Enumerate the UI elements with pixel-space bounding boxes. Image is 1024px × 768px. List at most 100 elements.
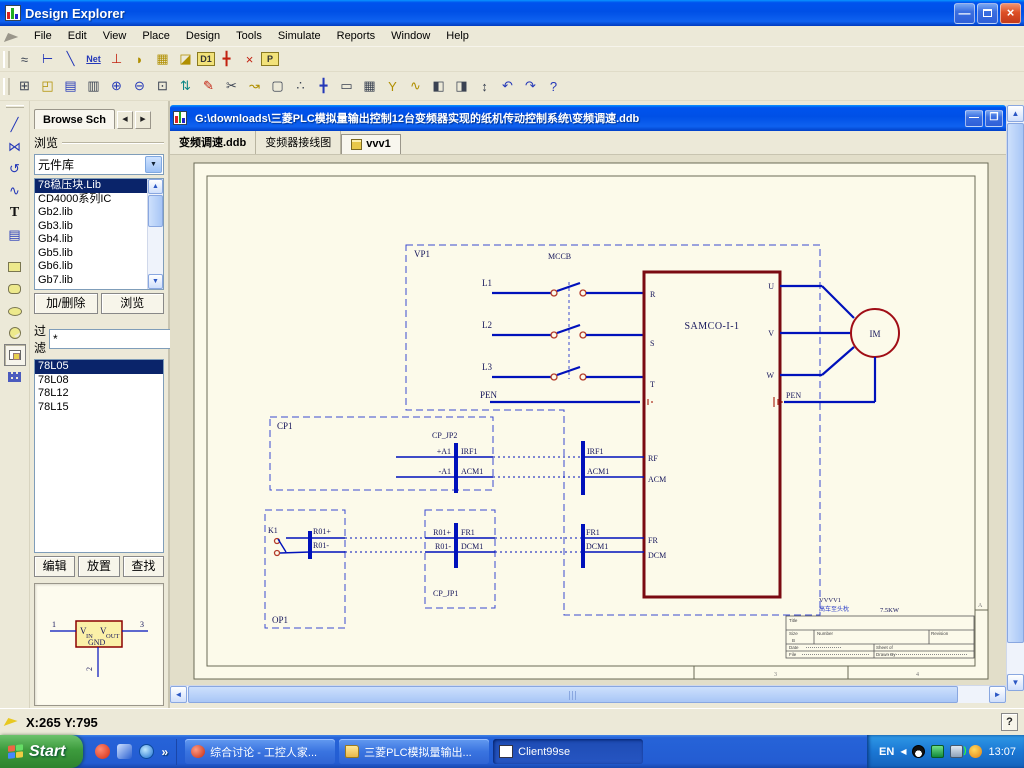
library-list-item[interactable]: Gb4.lib — [35, 233, 147, 247]
tray-app-icon[interactable] — [931, 745, 944, 758]
menu-item[interactable]: View — [95, 27, 135, 45]
component-list-item[interactable]: 78L12 — [35, 387, 163, 401]
open-button[interactable]: ◰ — [36, 76, 59, 97]
menu-item[interactable]: Design — [178, 27, 228, 45]
library-button[interactable]: ◧ — [427, 76, 450, 97]
select-button[interactable]: ▢ — [266, 76, 289, 97]
schematic-canvas[interactable]: A 3 4 VP1 CP1 OP1 — [170, 155, 1006, 685]
signal-button[interactable]: ∿ — [404, 76, 427, 97]
port-tool[interactable]: D1 — [197, 52, 215, 66]
polygon-tool[interactable]: ⋈ — [4, 136, 26, 158]
vertical-scrollbar[interactable]: ▲ ▼ — [1006, 105, 1024, 691]
close-button[interactable]: × — [1000, 3, 1021, 24]
document-restore-button[interactable]: ❒ — [985, 110, 1003, 127]
menu-item[interactable]: Window — [383, 27, 438, 45]
sheet-entry-tool[interactable]: ◪ — [174, 49, 197, 70]
library-list[interactable]: ▲ ▼ 78稳压块.LibCD4000系列ICGb2.libGb3.libGb4… — [34, 178, 164, 290]
scrollbar-thumb[interactable] — [188, 686, 958, 703]
toolbar-grip[interactable] — [6, 105, 24, 108]
document-tab[interactable]: vvv1 — [341, 134, 400, 154]
panel-prev-button[interactable]: ◀ — [117, 111, 133, 129]
zoom-window-button[interactable]: ⊡ — [151, 76, 174, 97]
text-frame-tool[interactable]: ▤ — [4, 224, 26, 246]
zoom-out-button[interactable]: ⊖ — [128, 76, 151, 97]
cut-button[interactable]: ✂ — [220, 76, 243, 97]
scroll-left-icon[interactable]: ◄ — [170, 686, 187, 703]
matrix-button[interactable]: ▦ — [358, 76, 381, 97]
menu-item[interactable]: Place — [134, 27, 178, 45]
quick-launch-overflow-chevron[interactable]: » — [161, 745, 168, 759]
quick-launch-globe-icon[interactable] — [139, 744, 154, 759]
library-list-item[interactable]: Gb5.lib — [35, 247, 147, 261]
scroll-right-icon[interactable]: ► — [989, 686, 1006, 703]
start-button[interactable]: Start — [0, 735, 83, 768]
scrollbar-thumb[interactable] — [148, 195, 163, 227]
update-button[interactable]: ⇅ — [174, 76, 197, 97]
wire-tool[interactable]: ≈ — [13, 49, 36, 70]
tray-notification-icon[interactable] — [969, 745, 982, 758]
find-component-button[interactable]: 查找 — [123, 556, 164, 577]
rounded-rectangle-tool[interactable] — [4, 278, 26, 300]
sheet-symbol-tool[interactable]: ▦ — [151, 49, 174, 70]
text-tool[interactable]: T — [4, 202, 26, 224]
restore-button[interactable] — [977, 3, 998, 24]
language-indicator[interactable]: EN — [879, 746, 894, 758]
part-tool[interactable]: ◗ — [128, 49, 151, 70]
document-minimize-button[interactable]: — — [965, 110, 983, 127]
toolbar-grip[interactable] — [3, 51, 10, 68]
bezier-tool[interactable]: ∿ — [4, 180, 26, 202]
menu-item[interactable]: File — [26, 27, 60, 45]
toolbar-grip[interactable] — [3, 78, 10, 95]
ellipse-tool[interactable] — [4, 300, 26, 322]
save-button[interactable]: ▤ — [59, 76, 82, 97]
move-button[interactable]: ╋ — [312, 76, 335, 97]
rectangle-tool[interactable] — [4, 256, 26, 278]
task-button[interactable]: 三菱PLC模拟量输出... — [339, 739, 489, 764]
library-list-scrollbar[interactable]: ▲ ▼ — [147, 179, 163, 289]
quick-launch-media-icon[interactable] — [95, 744, 110, 759]
component-list[interactable]: 78L0578L0878L1278L15 — [34, 359, 164, 553]
net-label-tool[interactable]: Net — [82, 49, 105, 70]
library-list-item[interactable]: Gb3.lib — [35, 220, 147, 234]
menu-item[interactable]: Simulate — [270, 27, 329, 45]
document-tab[interactable]: 变频器接线图 — [256, 131, 341, 154]
library-list-item[interactable]: Gb2.lib — [35, 206, 147, 220]
no-erc-tool[interactable]: × — [238, 49, 261, 70]
scroll-down-icon[interactable]: ▼ — [1007, 674, 1024, 691]
deselect-button[interactable]: ∴ — [289, 76, 312, 97]
undo-button[interactable]: ↶ — [496, 76, 519, 97]
menu-item[interactable]: Reports — [329, 27, 384, 45]
add-remove-library-button[interactable]: 加/删除 — [34, 293, 98, 314]
browse-library-button[interactable]: ◨ — [450, 76, 473, 97]
library-list-item[interactable]: Gb6.lib — [35, 260, 147, 274]
menu-item[interactable]: Edit — [60, 27, 95, 45]
library-list-item[interactable]: Gb7.lib — [35, 274, 147, 288]
bus-tool[interactable]: ⊢ — [36, 49, 59, 70]
scroll-down-icon[interactable]: ▼ — [148, 274, 163, 289]
library-type-combo[interactable]: 元件库 ▼ — [34, 154, 164, 175]
print-button[interactable]: ▥ — [82, 76, 105, 97]
place-component-button[interactable]: 放置 — [78, 556, 119, 577]
panel-next-button[interactable]: ▶ — [135, 111, 151, 129]
task-button[interactable]: 综合讨论 - 工控人家... — [185, 739, 335, 764]
junction-tool[interactable]: ╋ — [215, 49, 238, 70]
horizontal-scrollbar[interactable]: ◄ ► — [170, 685, 1006, 703]
redo-button[interactable]: ↷ — [519, 76, 542, 97]
pie-chart-tool[interactable] — [4, 322, 26, 344]
edit-component-button[interactable]: 编辑 — [34, 556, 75, 577]
system-menu-icon[interactable] — [4, 31, 22, 41]
quick-launch-ie-icon[interactable] — [117, 744, 132, 759]
menu-item[interactable]: Tools — [228, 27, 270, 45]
scroll-up-icon[interactable]: ▲ — [1007, 105, 1024, 122]
component-list-item[interactable]: 78L15 — [35, 401, 163, 415]
power-port-tool[interactable]: ⊥ — [105, 49, 128, 70]
tray-collapse-icon[interactable]: ◀ — [900, 747, 906, 756]
wand-button[interactable]: ✎ — [197, 76, 220, 97]
component-list-item[interactable]: 78L05 — [35, 360, 163, 374]
arc-tool[interactable]: ↺ — [4, 158, 26, 180]
array-paste-tool[interactable] — [4, 366, 26, 388]
tray-qq-icon[interactable] — [912, 745, 925, 758]
line-tool[interactable]: ╱ — [4, 114, 26, 136]
tab-browse-sch[interactable]: Browse Sch — [34, 109, 115, 129]
chevron-down-icon[interactable]: ▼ — [145, 156, 162, 173]
